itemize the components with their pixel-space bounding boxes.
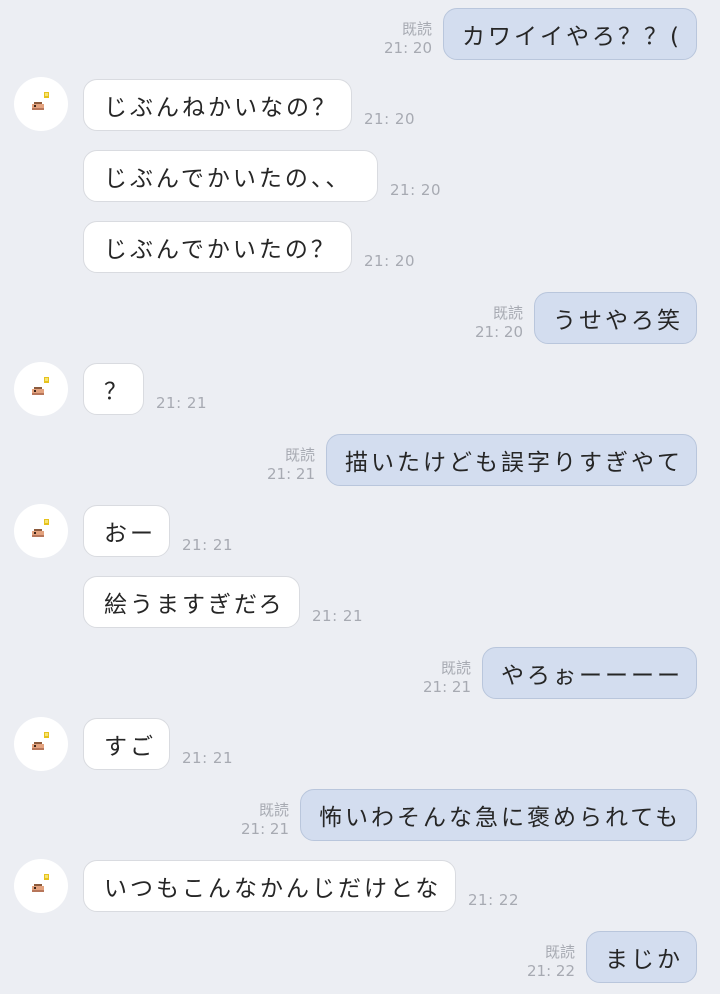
message-time: 21: 20 xyxy=(475,323,523,341)
avatar[interactable] xyxy=(14,504,68,558)
pixel-character-icon xyxy=(32,377,49,395)
avatar[interactable] xyxy=(14,77,68,131)
message-bubble-incoming[interactable]: ？ xyxy=(83,363,144,415)
message-text: おー xyxy=(104,521,156,547)
pixel-character-icon xyxy=(32,874,49,892)
pixel-character-icon xyxy=(32,732,49,750)
message-bubble-outgoing[interactable]: カワイイやろ？？( xyxy=(443,8,697,60)
message-bubble-incoming[interactable]: いつもこんなかんじだけとな xyxy=(83,860,456,912)
read-receipt: 既読 21: 20 xyxy=(475,304,523,342)
message-time: 21: 21 xyxy=(182,536,233,554)
read-label: 既読 xyxy=(544,943,575,961)
message-time: 21: 20 xyxy=(390,181,441,199)
avatar[interactable] xyxy=(14,717,68,771)
message-text: すご xyxy=(104,734,156,760)
message-bubble-outgoing[interactable]: 描いたけども誤字りすぎやて xyxy=(326,434,697,486)
read-label: 既読 xyxy=(440,659,471,677)
avatar[interactable] xyxy=(14,859,68,913)
message-text: 怖いわそんな急に褒められても xyxy=(319,805,682,831)
read-label: 既読 xyxy=(284,446,315,464)
message-time: 21: 21 xyxy=(267,465,315,483)
message-bubble-incoming[interactable]: じぶんでかいたの、、 xyxy=(83,150,378,202)
read-label: 既読 xyxy=(492,304,523,322)
pixel-character-icon xyxy=(32,92,49,110)
message-text: まじか xyxy=(605,947,683,973)
read-receipt: 既読 21: 21 xyxy=(423,659,471,697)
message-text: いつもこんなかんじだけとな xyxy=(104,876,442,902)
message-time: 21: 22 xyxy=(468,891,519,909)
message-bubble-outgoing[interactable]: まじか xyxy=(586,931,697,983)
message-bubble-incoming[interactable]: すご xyxy=(83,718,170,770)
message-text: 描いたけども誤字りすぎやて xyxy=(345,450,683,476)
message-time: 21: 21 xyxy=(423,678,471,696)
message-time: 21: 21 xyxy=(182,749,233,767)
message-time: 21: 21 xyxy=(312,607,363,625)
message-bubble-incoming[interactable]: じぶんねかいなの？ xyxy=(83,79,352,131)
message-bubble-outgoing[interactable]: やろぉーーーー xyxy=(482,647,697,699)
message-text: カワイイやろ？？( xyxy=(462,24,682,50)
message-text: 絵うますぎだろ xyxy=(104,592,285,618)
read-label: 既読 xyxy=(258,801,289,819)
message-bubble-incoming[interactable]: 絵うますぎだろ xyxy=(83,576,300,628)
message-time: 21: 20 xyxy=(364,110,415,128)
message-time: 21: 21 xyxy=(156,394,207,412)
message-text: やろぉーーーー xyxy=(501,663,683,689)
message-time: 21: 22 xyxy=(527,962,575,980)
pixel-character-icon xyxy=(32,519,49,537)
chat-screen: { "colors": { "background": "#eceef3", "… xyxy=(0,0,720,994)
read-receipt: 既読 21: 20 xyxy=(384,20,432,58)
message-text: じぶんでかいたの？ xyxy=(104,237,337,263)
message-bubble-outgoing[interactable]: 怖いわそんな急に褒められても xyxy=(300,789,697,841)
read-receipt: 既読 21: 22 xyxy=(527,943,575,981)
message-text: じぶんねかいなの？ xyxy=(104,95,338,121)
message-text: ？ xyxy=(104,379,130,405)
read-receipt: 既読 21: 21 xyxy=(267,446,315,484)
avatar[interactable] xyxy=(14,362,68,416)
message-time: 21: 21 xyxy=(241,820,289,838)
read-receipt: 既読 21: 21 xyxy=(241,801,289,839)
message-time: 21: 20 xyxy=(384,39,432,57)
message-text: うせやろ笑 xyxy=(553,308,683,334)
message-time: 21: 20 xyxy=(364,252,415,270)
message-bubble-incoming[interactable]: じぶんでかいたの？ xyxy=(83,221,352,273)
message-text: じぶんでかいたの、、 xyxy=(104,166,352,192)
read-label: 既読 xyxy=(401,20,432,38)
message-bubble-incoming[interactable]: おー xyxy=(83,505,170,557)
message-bubble-outgoing[interactable]: うせやろ笑 xyxy=(534,292,697,344)
